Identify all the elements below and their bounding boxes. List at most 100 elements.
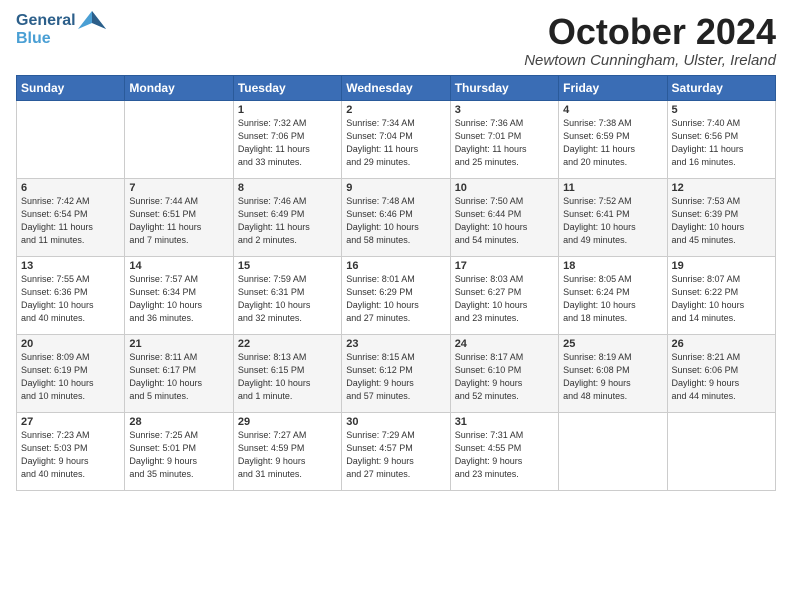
- calendar-cell: 18Sunrise: 8:05 AM Sunset: 6:24 PM Dayli…: [559, 256, 667, 334]
- day-number: 17: [455, 260, 554, 272]
- month-title: October 2024: [524, 12, 776, 52]
- calendar-cell: 4Sunrise: 7:38 AM Sunset: 6:59 PM Daylig…: [559, 100, 667, 178]
- day-number: 7: [129, 182, 228, 194]
- header: General Blue October 2024 Newtown Cunnin…: [16, 12, 776, 69]
- calendar-cell: 1Sunrise: 7:32 AM Sunset: 7:06 PM Daylig…: [233, 100, 341, 178]
- day-number: 6: [21, 182, 120, 194]
- calendar-cell: 13Sunrise: 7:55 AM Sunset: 6:36 PM Dayli…: [17, 256, 125, 334]
- location-subtitle: Newtown Cunningham, Ulster, Ireland: [524, 52, 776, 69]
- calendar-cell: 22Sunrise: 8:13 AM Sunset: 6:15 PM Dayli…: [233, 334, 341, 412]
- calendar-cell: 14Sunrise: 7:57 AM Sunset: 6:34 PM Dayli…: [125, 256, 233, 334]
- day-number: 13: [21, 260, 120, 272]
- calendar-cell: 12Sunrise: 7:53 AM Sunset: 6:39 PM Dayli…: [667, 178, 775, 256]
- calendar-cell: 26Sunrise: 8:21 AM Sunset: 6:06 PM Dayli…: [667, 334, 775, 412]
- day-number: 22: [238, 338, 337, 350]
- calendar-cell: 19Sunrise: 8:07 AM Sunset: 6:22 PM Dayli…: [667, 256, 775, 334]
- day-number: 24: [455, 338, 554, 350]
- day-info: Sunrise: 7:32 AM Sunset: 7:06 PM Dayligh…: [238, 117, 337, 169]
- day-info: Sunrise: 7:23 AM Sunset: 5:03 PM Dayligh…: [21, 429, 120, 481]
- day-info: Sunrise: 8:01 AM Sunset: 6:29 PM Dayligh…: [346, 273, 445, 325]
- header-wednesday: Wednesday: [342, 75, 450, 100]
- calendar-cell: [125, 100, 233, 178]
- day-number: 29: [238, 416, 337, 428]
- header-sunday: Sunday: [17, 75, 125, 100]
- calendar-cell: 16Sunrise: 8:01 AM Sunset: 6:29 PM Dayli…: [342, 256, 450, 334]
- calendar-page: General Blue October 2024 Newtown Cunnin…: [0, 0, 792, 612]
- day-number: 31: [455, 416, 554, 428]
- calendar-cell: 7Sunrise: 7:44 AM Sunset: 6:51 PM Daylig…: [125, 178, 233, 256]
- day-info: Sunrise: 7:55 AM Sunset: 6:36 PM Dayligh…: [21, 273, 120, 325]
- day-info: Sunrise: 7:36 AM Sunset: 7:01 PM Dayligh…: [455, 117, 554, 169]
- week-row-5: 27Sunrise: 7:23 AM Sunset: 5:03 PM Dayli…: [17, 412, 776, 490]
- day-number: 1: [238, 104, 337, 116]
- calendar-cell: 29Sunrise: 7:27 AM Sunset: 4:59 PM Dayli…: [233, 412, 341, 490]
- day-number: 19: [672, 260, 771, 272]
- title-section: October 2024 Newtown Cunningham, Ulster,…: [524, 12, 776, 69]
- day-info: Sunrise: 7:29 AM Sunset: 4:57 PM Dayligh…: [346, 429, 445, 481]
- day-number: 16: [346, 260, 445, 272]
- day-info: Sunrise: 8:11 AM Sunset: 6:17 PM Dayligh…: [129, 351, 228, 403]
- logo-general: General: [16, 12, 76, 30]
- calendar-cell: 6Sunrise: 7:42 AM Sunset: 6:54 PM Daylig…: [17, 178, 125, 256]
- day-info: Sunrise: 7:27 AM Sunset: 4:59 PM Dayligh…: [238, 429, 337, 481]
- calendar-cell: 23Sunrise: 8:15 AM Sunset: 6:12 PM Dayli…: [342, 334, 450, 412]
- calendar-cell: 17Sunrise: 8:03 AM Sunset: 6:27 PM Dayli…: [450, 256, 558, 334]
- calendar-cell: 5Sunrise: 7:40 AM Sunset: 6:56 PM Daylig…: [667, 100, 775, 178]
- calendar-table: SundayMondayTuesdayWednesdayThursdayFrid…: [16, 75, 776, 491]
- header-friday: Friday: [559, 75, 667, 100]
- calendar-cell: 10Sunrise: 7:50 AM Sunset: 6:44 PM Dayli…: [450, 178, 558, 256]
- day-info: Sunrise: 8:19 AM Sunset: 6:08 PM Dayligh…: [563, 351, 662, 403]
- calendar-cell: 24Sunrise: 8:17 AM Sunset: 6:10 PM Dayli…: [450, 334, 558, 412]
- day-info: Sunrise: 8:21 AM Sunset: 6:06 PM Dayligh…: [672, 351, 771, 403]
- day-info: Sunrise: 7:48 AM Sunset: 6:46 PM Dayligh…: [346, 195, 445, 247]
- calendar-cell: 31Sunrise: 7:31 AM Sunset: 4:55 PM Dayli…: [450, 412, 558, 490]
- day-info: Sunrise: 7:34 AM Sunset: 7:04 PM Dayligh…: [346, 117, 445, 169]
- day-info: Sunrise: 8:17 AM Sunset: 6:10 PM Dayligh…: [455, 351, 554, 403]
- day-number: 21: [129, 338, 228, 350]
- calendar-cell: 8Sunrise: 7:46 AM Sunset: 6:49 PM Daylig…: [233, 178, 341, 256]
- day-info: Sunrise: 7:53 AM Sunset: 6:39 PM Dayligh…: [672, 195, 771, 247]
- day-number: 23: [346, 338, 445, 350]
- day-info: Sunrise: 7:25 AM Sunset: 5:01 PM Dayligh…: [129, 429, 228, 481]
- calendar-cell: 21Sunrise: 8:11 AM Sunset: 6:17 PM Dayli…: [125, 334, 233, 412]
- day-info: Sunrise: 7:38 AM Sunset: 6:59 PM Dayligh…: [563, 117, 662, 169]
- day-info: Sunrise: 7:46 AM Sunset: 6:49 PM Dayligh…: [238, 195, 337, 247]
- day-info: Sunrise: 8:15 AM Sunset: 6:12 PM Dayligh…: [346, 351, 445, 403]
- day-number: 25: [563, 338, 662, 350]
- week-row-1: 1Sunrise: 7:32 AM Sunset: 7:06 PM Daylig…: [17, 100, 776, 178]
- calendar-cell: 30Sunrise: 7:29 AM Sunset: 4:57 PM Dayli…: [342, 412, 450, 490]
- day-info: Sunrise: 7:52 AM Sunset: 6:41 PM Dayligh…: [563, 195, 662, 247]
- calendar-cell: 3Sunrise: 7:36 AM Sunset: 7:01 PM Daylig…: [450, 100, 558, 178]
- day-number: 30: [346, 416, 445, 428]
- calendar-cell: 15Sunrise: 7:59 AM Sunset: 6:31 PM Dayli…: [233, 256, 341, 334]
- day-number: 14: [129, 260, 228, 272]
- calendar-cell: 9Sunrise: 7:48 AM Sunset: 6:46 PM Daylig…: [342, 178, 450, 256]
- week-row-3: 13Sunrise: 7:55 AM Sunset: 6:36 PM Dayli…: [17, 256, 776, 334]
- calendar-cell: 11Sunrise: 7:52 AM Sunset: 6:41 PM Dayli…: [559, 178, 667, 256]
- day-info: Sunrise: 8:13 AM Sunset: 6:15 PM Dayligh…: [238, 351, 337, 403]
- day-info: Sunrise: 7:50 AM Sunset: 6:44 PM Dayligh…: [455, 195, 554, 247]
- day-info: Sunrise: 7:59 AM Sunset: 6:31 PM Dayligh…: [238, 273, 337, 325]
- day-info: Sunrise: 7:42 AM Sunset: 6:54 PM Dayligh…: [21, 195, 120, 247]
- day-number: 11: [563, 182, 662, 194]
- calendar-cell: 28Sunrise: 7:25 AM Sunset: 5:01 PM Dayli…: [125, 412, 233, 490]
- header-tuesday: Tuesday: [233, 75, 341, 100]
- logo-bird-icon: [78, 9, 106, 42]
- day-number: 27: [21, 416, 120, 428]
- calendar-cell: [667, 412, 775, 490]
- day-number: 8: [238, 182, 337, 194]
- day-info: Sunrise: 8:07 AM Sunset: 6:22 PM Dayligh…: [672, 273, 771, 325]
- day-number: 3: [455, 104, 554, 116]
- day-number: 10: [455, 182, 554, 194]
- day-info: Sunrise: 7:57 AM Sunset: 6:34 PM Dayligh…: [129, 273, 228, 325]
- day-info: Sunrise: 7:44 AM Sunset: 6:51 PM Dayligh…: [129, 195, 228, 247]
- day-info: Sunrise: 8:09 AM Sunset: 6:19 PM Dayligh…: [21, 351, 120, 403]
- day-number: 4: [563, 104, 662, 116]
- calendar-cell: 27Sunrise: 7:23 AM Sunset: 5:03 PM Dayli…: [17, 412, 125, 490]
- day-number: 15: [238, 260, 337, 272]
- day-number: 9: [346, 182, 445, 194]
- logo-blue: Blue: [16, 30, 76, 48]
- day-info: Sunrise: 7:31 AM Sunset: 4:55 PM Dayligh…: [455, 429, 554, 481]
- day-number: 5: [672, 104, 771, 116]
- day-info: Sunrise: 7:40 AM Sunset: 6:56 PM Dayligh…: [672, 117, 771, 169]
